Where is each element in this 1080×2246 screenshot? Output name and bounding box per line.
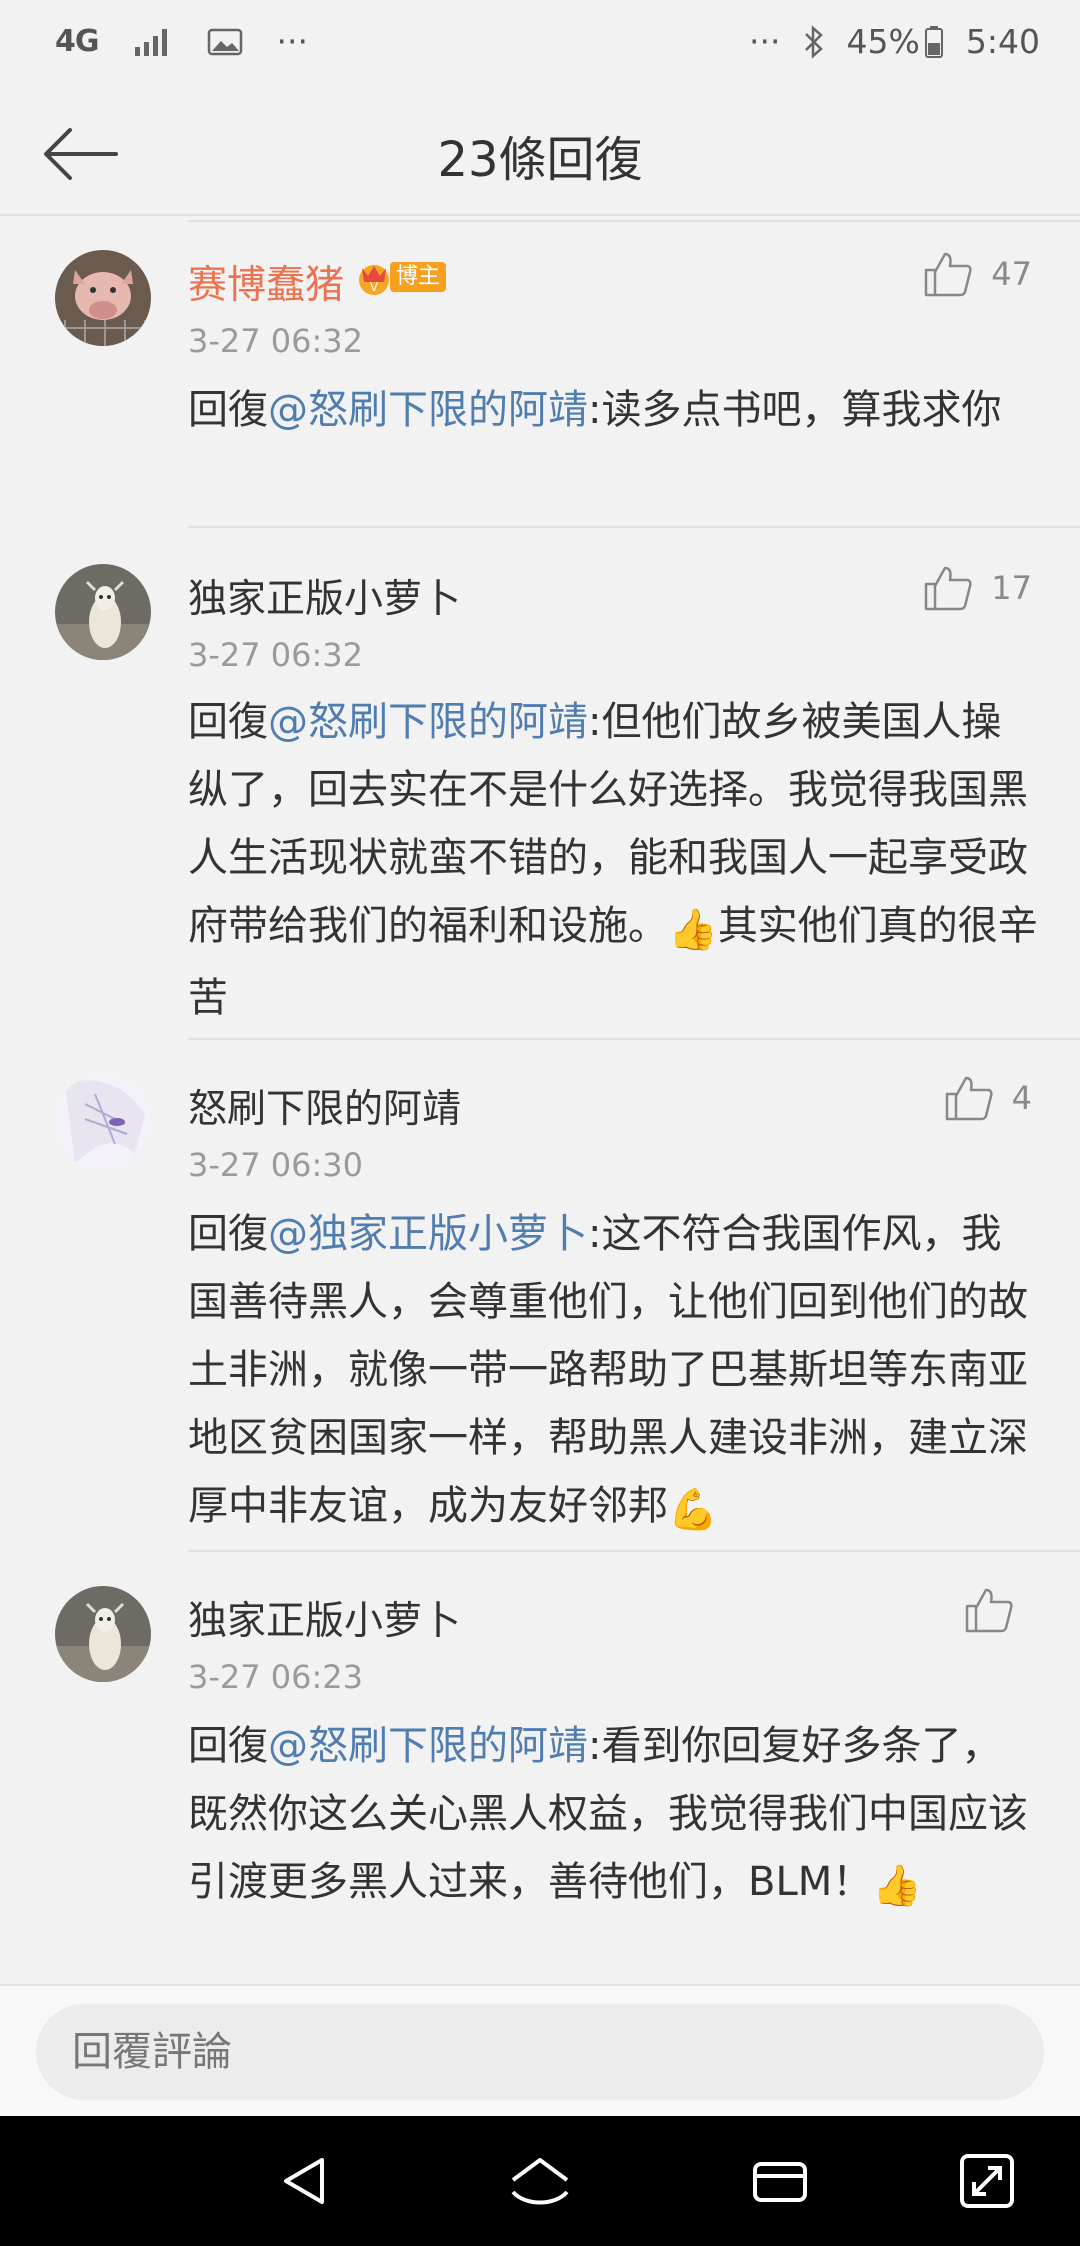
- comment-time: 3-27 06:23: [188, 1658, 364, 1696]
- badge-label: 博主: [390, 262, 447, 292]
- comment-text: 回復@怒刷下限的阿靖:但他们故乡被美国人操纵了，回去实在不是什么好选择。我觉得我…: [188, 699, 1038, 1021]
- like-button[interactable]: 4: [944, 1074, 1032, 1122]
- thumbs-up-icon: [925, 566, 972, 611]
- username[interactable]: 怒刷下限的阿靖: [188, 1078, 461, 1134]
- triangle-back-icon[interactable]: [270, 2146, 340, 2216]
- battery-icon: [924, 25, 943, 58]
- avatar[interactable]: [55, 564, 151, 660]
- comment-list: 赛博蠢猪 V 博主 3-27 06:32 回復@怒刷下限的阿靖:读多点书吧，算我…: [0, 216, 1080, 1909]
- divider: [188, 1550, 1080, 1552]
- username[interactable]: 赛博蠢猪: [188, 254, 344, 310]
- reply-comment-input[interactable]: 回覆評論: [36, 2004, 1044, 2100]
- image-icon: [207, 28, 242, 55]
- recents-icon[interactable]: [745, 2146, 815, 2216]
- goat-avatar-image: [55, 1586, 151, 1682]
- reply-bar: 回覆評論: [0, 1984, 1080, 2116]
- like-button[interactable]: 47: [923, 250, 1032, 298]
- pig-avatar-image: [55, 250, 151, 346]
- expand-icon[interactable]: [952, 2146, 1022, 2216]
- username[interactable]: 独家正版小萝卜: [188, 568, 461, 624]
- flexed-biceps-emoji: 💪: [668, 1487, 718, 1533]
- like-button[interactable]: [964, 1586, 1032, 1634]
- clock: 5:40: [965, 22, 1040, 61]
- mention-link[interactable]: @怒刷下限的阿靖: [268, 387, 588, 433]
- like-count: 47: [991, 255, 1032, 293]
- more-notifications-icon: ···: [276, 22, 308, 61]
- anime-avatar-image: [55, 1074, 151, 1170]
- comment-text: 回復@独家正版小萝卜:这不符合我国作风，我国善待黑人，会尊重他们，让他们回到他们…: [188, 1200, 1038, 1544]
- comment-time: 3-27 06:32: [188, 322, 364, 360]
- divider: [188, 526, 1080, 528]
- comment-time: 3-27 06:30: [188, 1146, 364, 1184]
- username[interactable]: 独家正版小萝卜: [188, 1590, 461, 1646]
- thumbs-up-icon: [925, 252, 972, 297]
- avatar[interactable]: [55, 250, 151, 346]
- avatar[interactable]: [55, 1586, 151, 1682]
- like-button[interactable]: 17: [923, 564, 1032, 612]
- avatar[interactable]: [55, 1074, 151, 1170]
- thumbs-up-icon: [945, 1076, 993, 1121]
- mention-link[interactable]: @独家正版小萝卜: [268, 1211, 588, 1257]
- comment-text: 回復@怒刷下限的阿靖:读多点书吧，算我求你: [188, 387, 1002, 433]
- battery-percent: 45%: [846, 22, 920, 61]
- signal-icon: [134, 28, 167, 56]
- blogger-badge: V 博主: [354, 258, 447, 296]
- svg-text:V: V: [370, 280, 379, 294]
- comment-time: 3-27 06:32: [188, 636, 364, 674]
- network-type: 4G: [55, 23, 99, 59]
- home-icon[interactable]: [505, 2146, 575, 2216]
- more-status-icon: ···: [749, 22, 781, 61]
- goat-avatar-image: [55, 564, 151, 660]
- thumbs-up-icon: [965, 1588, 1013, 1633]
- divider: [188, 1038, 1080, 1040]
- crown-icon: V: [359, 265, 389, 295]
- bluetooth-icon: [804, 24, 823, 59]
- divider: [188, 216, 1080, 222]
- thumbs-up-emoji: 👍: [668, 907, 718, 953]
- like-count: 17: [991, 569, 1032, 607]
- like-count: 4: [1011, 1079, 1032, 1117]
- status-bar: 4G ··· ··· 45% 5:40: [0, 0, 1080, 92]
- thumbs-up-emoji: 👍: [872, 1863, 923, 1909]
- mention-link[interactable]: @怒刷下限的阿靖: [268, 699, 588, 745]
- page-title: 23條回復: [437, 132, 643, 188]
- system-nav-bar: [0, 2116, 1080, 2246]
- comment-text: 回復@怒刷下限的阿靖:看到你回复好多条了，既然你这么关心黑人权益，我觉得我们中国…: [188, 1712, 1038, 1920]
- mention-link[interactable]: @怒刷下限的阿靖: [268, 1723, 588, 1769]
- header: 23條回復: [0, 92, 1080, 216]
